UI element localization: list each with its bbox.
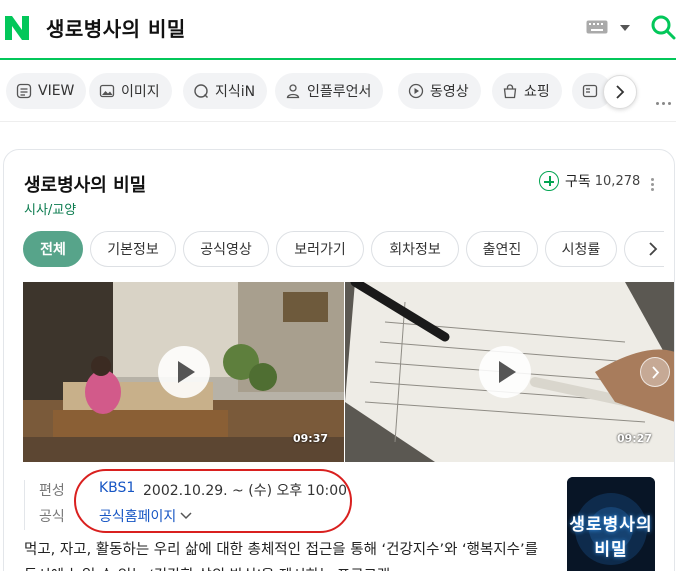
tab-video[interactable]: 동영상: [398, 73, 481, 109]
schedule-label: 편성: [39, 483, 65, 499]
tab-label: 인플루언서: [307, 84, 372, 100]
tab-influencer[interactable]: 인플루언서: [275, 73, 384, 109]
tab-label: VIEW: [38, 83, 75, 99]
subscriber-count: 10,278: [594, 173, 641, 189]
chevron-right-icon: [651, 365, 659, 379]
tab-label: 동영상: [430, 84, 469, 100]
chip-ratings[interactable]: 시청률: [545, 231, 617, 267]
chip-basic-info[interactable]: 기본정보: [90, 231, 176, 267]
poster-title: 생로병사의 비밀: [569, 515, 653, 560]
tab-view[interactable]: VIEW: [6, 73, 87, 109]
video-duration: 09:37: [293, 432, 329, 445]
program-description: 먹고, 자고, 활동하는 우리 삶에 대한 총체적인 접근을 통해 ‘건강지수’…: [24, 542, 538, 571]
play-icon: [158, 346, 210, 398]
tabs-next-button[interactable]: [603, 75, 637, 109]
chip-watch[interactable]: 보러가기: [276, 231, 364, 267]
knowledge-icon: [194, 84, 208, 98]
tab-label: 이미지: [121, 84, 160, 100]
program-genre: 시사/교양: [24, 203, 77, 218]
search-query[interactable]: 생로병사의 비밀: [46, 13, 186, 42]
program-title[interactable]: 생로병사의 비밀: [24, 171, 146, 197]
video-thumbnail[interactable]: 09:37: [23, 282, 344, 462]
tab-label: 지식iN: [215, 84, 256, 100]
videos-next-button[interactable]: [640, 357, 670, 387]
official-label: 공식: [39, 509, 65, 525]
image-icon: [99, 84, 115, 98]
video-thumbnail[interactable]: 09:27: [345, 282, 674, 462]
play-icon: [479, 346, 531, 398]
person-icon: [286, 84, 300, 99]
chip-official-video[interactable]: 공식영상: [183, 231, 269, 267]
program-tabs: 전체 기본정보 공식영상 보러가기 회차정보 출연진 시청률: [23, 231, 673, 269]
chevron-right-icon: [616, 85, 625, 99]
more-options-icon[interactable]: [656, 90, 674, 109]
chevron-right-icon[interactable]: [647, 241, 659, 257]
plus-icon: [539, 171, 559, 191]
chip-cast[interactable]: 출연진: [466, 231, 538, 267]
tab-images[interactable]: 이미지: [89, 73, 172, 109]
play-circle-icon: [408, 83, 424, 99]
keyboard-dropdown-icon[interactable]: [620, 25, 630, 31]
keyboard-icon[interactable]: [586, 20, 608, 34]
subscribe-label: 구독: [565, 174, 591, 190]
kebab-menu-icon[interactable]: [651, 178, 654, 193]
naver-n-logo-icon[interactable]: [4, 14, 30, 42]
subscribe-button[interactable]: 구독 10,278: [539, 171, 640, 191]
news-icon: [582, 84, 598, 98]
search-icon[interactable]: [650, 14, 676, 40]
shopping-bag-icon: [503, 84, 517, 99]
tab-knowledge[interactable]: 지식iN: [183, 73, 268, 109]
program-card: 생로병사의 비밀 시사/교양 구독 10,278 전체 기본정보 공식영상 보러…: [3, 149, 675, 571]
view-icon: [16, 83, 32, 99]
tab-shopping[interactable]: 쇼핑: [492, 73, 562, 109]
video-duration: 09:27: [617, 432, 653, 445]
search-tabs: VIEW 이미지 지식iN 인플루언서 동영상 쇼핑: [0, 60, 676, 122]
program-poster[interactable]: 생로병사의 비밀: [567, 477, 655, 571]
chip-episodes[interactable]: 회차정보: [371, 231, 459, 267]
annotation-oval: [74, 469, 352, 533]
chip-all[interactable]: 전체: [23, 231, 83, 267]
tab-label: 쇼핑: [524, 84, 550, 100]
search-header: 생로병사의 비밀: [0, 0, 676, 60]
